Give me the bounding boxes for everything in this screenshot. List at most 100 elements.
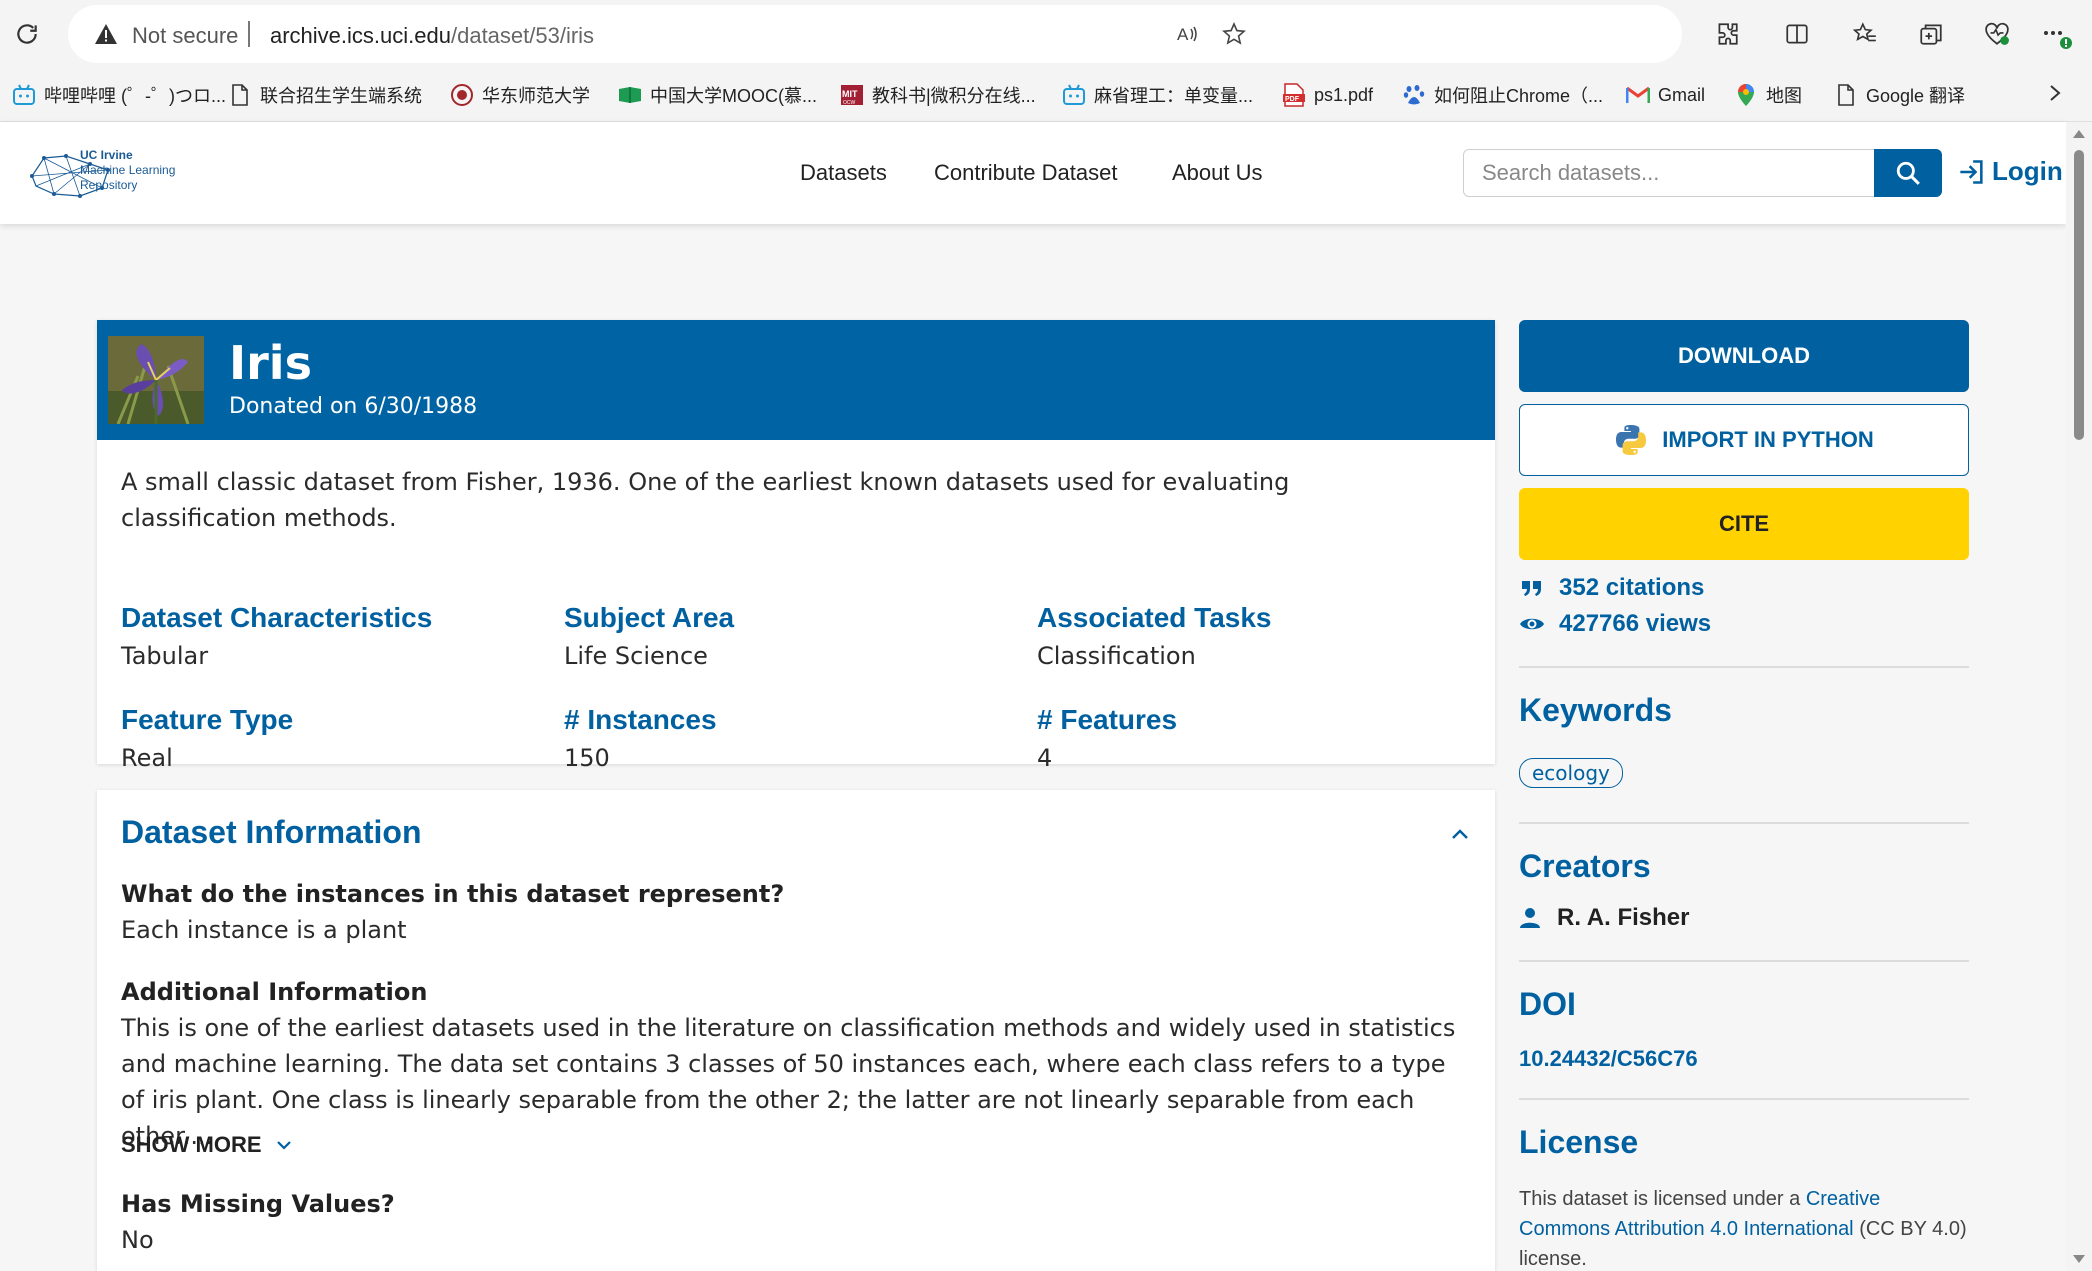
characteristic-features: # Features 4 <box>1037 704 1177 772</box>
bookmark-item[interactable]: Google 翻译 <box>1834 82 1965 108</box>
bookmark-item[interactable]: 地图 <box>1734 82 1802 108</box>
scroll-up-arrow-icon[interactable] <box>2073 130 2085 138</box>
extensions-icon[interactable] <box>1710 17 1744 51</box>
favorite-star-icon[interactable] <box>1220 20 1248 48</box>
security-label[interactable]: Not secure <box>132 23 238 49</box>
characteristic-instances: # Instances 150 <box>564 704 717 772</box>
bookmark-label: ps1.pdf <box>1314 84 1374 105</box>
more-menu-icon[interactable] <box>2040 17 2074 51</box>
bookmark-item[interactable]: MIT OCW 教科书|微积分在线... <box>840 82 1036 108</box>
logo-line: UC Irvine <box>80 148 133 162</box>
bookmark-item[interactable]: PDF ps1.pdf <box>1282 82 1373 108</box>
sidebar-divider <box>1519 1098 1969 1100</box>
bookmark-item[interactable]: Gmail <box>1626 82 1705 108</box>
warning-icon <box>94 23 118 49</box>
views-count: 427766 views <box>1559 610 1712 637</box>
donated-date: Donated on 6/30/1988 <box>229 394 478 419</box>
browser-essentials-icon[interactable] <box>1980 17 2014 51</box>
show-more-button[interactable]: SHOW MORE <box>121 1132 292 1158</box>
characteristic-associated-tasks: Associated Tasks Classification <box>1037 602 1272 670</box>
sidebar-divider <box>1519 960 1969 962</box>
import-in-python-button[interactable]: IMPORT IN PYTHON <box>1519 404 1969 476</box>
mooc-icon <box>618 83 642 107</box>
bookmark-item[interactable]: 如何阻止Chrome（... <box>1402 82 1603 108</box>
person-icon <box>1520 908 1540 928</box>
login-button[interactable]: Login <box>1958 156 2063 187</box>
sidebar-divider <box>1519 666 1969 668</box>
chevron-down-icon <box>276 1141 291 1150</box>
license-text: This dataset is licensed under a Creativ… <box>1519 1184 1969 1271</box>
collections-icon[interactable] <box>1914 17 1948 51</box>
svg-text:PDF: PDF <box>1285 96 1300 103</box>
favorites-icon[interactable] <box>1848 17 1882 51</box>
bookmark-item[interactable]: 联合招生学生端系统 <box>228 82 422 108</box>
cite-button[interactable]: CITE <box>1519 488 1969 560</box>
characteristic-value: Tabular <box>121 642 209 670</box>
reload-icon[interactable] <box>10 17 44 51</box>
bilibili-icon <box>12 83 36 107</box>
question-label: What do the instances in this dataset re… <box>121 880 785 908</box>
characteristic-label: # Features <box>1037 704 1178 735</box>
bookmarks-overflow-chevron-icon[interactable] <box>2038 76 2072 110</box>
dataset-description: A small classic dataset from Fisher, 193… <box>121 468 1290 532</box>
page-scrollbar[interactable] <box>2066 122 2092 1271</box>
ecnu-icon <box>450 83 474 107</box>
views-stat: 427766 views <box>1519 610 1711 638</box>
url-text[interactable]: archive.ics.uci.edu/dataset/53/iris <box>270 23 594 49</box>
bookmark-label: 中国大学MOOC(慕... <box>650 86 817 106</box>
search-input[interactable]: Search datasets... <box>1463 149 1875 197</box>
characteristic-label: Dataset Characteristics <box>121 602 433 633</box>
baidu-icon <box>1402 83 1426 107</box>
keywords-heading: Keywords <box>1519 692 1672 728</box>
nav-about-us[interactable]: About Us <box>1172 160 1263 186</box>
read-aloud-icon[interactable]: A <box>1174 20 1202 48</box>
logo-text[interactable]: UC Irvine Machine Learning Repository <box>80 148 175 193</box>
creator-item: R. A. Fisher <box>1519 904 1689 932</box>
quote-icon <box>1519 575 1545 601</box>
svg-text:MIT: MIT <box>842 89 858 99</box>
citations-link[interactable]: 352 citations <box>1519 574 1704 602</box>
bookmark-label: 地图 <box>1766 86 1802 106</box>
bookmark-item[interactable]: 华东师范大学 <box>450 82 590 108</box>
site-header: UC Irvine Machine Learning Repository Da… <box>0 122 2066 224</box>
bookmark-label: 哔哩哔哩 (゜-゜)つロ... <box>44 86 226 106</box>
bookmark-label: 如何阻止Chrome（... <box>1434 86 1604 106</box>
dataset-title: Iris <box>229 336 312 390</box>
doi-link[interactable]: 10.24432/C56C76 <box>1519 1046 1698 1072</box>
answer-text: This is one of the earliest datasets use… <box>121 1014 1456 1150</box>
nav-datasets[interactable]: Datasets <box>800 160 887 186</box>
bookmark-item[interactable]: 哔哩哔哩 (゜-゜)つロ... <box>12 82 226 108</box>
login-label: Login <box>1992 156 2063 186</box>
bilibili-icon <box>1062 83 1086 107</box>
doi-heading: DOI <box>1519 986 1576 1022</box>
license-prefix: This dataset is licensed under a <box>1519 1188 1806 1210</box>
characteristic-value: 150 <box>564 744 610 772</box>
bookmark-item[interactable]: 麻省理工：单变量... <box>1062 82 1253 108</box>
characteristic-value: Life Science <box>564 642 708 670</box>
creators-heading: Creators <box>1519 848 1651 884</box>
dataset-information-card: Dataset Information What do the instance… <box>97 790 1495 1271</box>
maps-icon <box>1734 83 1758 107</box>
keyword-badge[interactable]: ecology <box>1519 758 1623 788</box>
characteristic-subject-area: Subject Area Life Science <box>564 602 734 670</box>
scroll-down-arrow-icon[interactable] <box>2073 1255 2085 1263</box>
search-button[interactable] <box>1874 149 1942 197</box>
bookmarks-bar: 哔哩哔哩 (゜-゜)つロ... 联合招生学生端系统 华东师范大学 中国大学MOO… <box>0 68 2092 122</box>
split-screen-icon[interactable] <box>1780 17 1814 51</box>
question-label: Has Missing Values? <box>121 1190 395 1218</box>
scroll-thumb[interactable] <box>2074 150 2084 440</box>
logo-line: Repository <box>80 178 138 192</box>
logo-line: Machine Learning <box>80 163 176 177</box>
bookmark-item[interactable]: 中国大学MOOC(慕... <box>618 82 817 108</box>
bookmark-label: 联合招生学生端系统 <box>260 86 422 106</box>
collapse-chevron-up-icon[interactable] <box>1447 824 1473 844</box>
pdf-icon: PDF <box>1282 83 1306 107</box>
creator-name: R. A. Fisher <box>1557 904 1690 931</box>
address-bar[interactable]: Not secure archive.ics.uci.edu/dataset/5… <box>68 5 1682 63</box>
page-icon <box>1834 83 1858 107</box>
nav-contribute-dataset[interactable]: Contribute Dataset <box>934 160 1117 186</box>
characteristic-value: 4 <box>1037 744 1053 772</box>
license-heading: License <box>1519 1124 1639 1160</box>
download-button[interactable]: DOWNLOAD <box>1519 320 1969 392</box>
eye-icon <box>1519 611 1545 637</box>
